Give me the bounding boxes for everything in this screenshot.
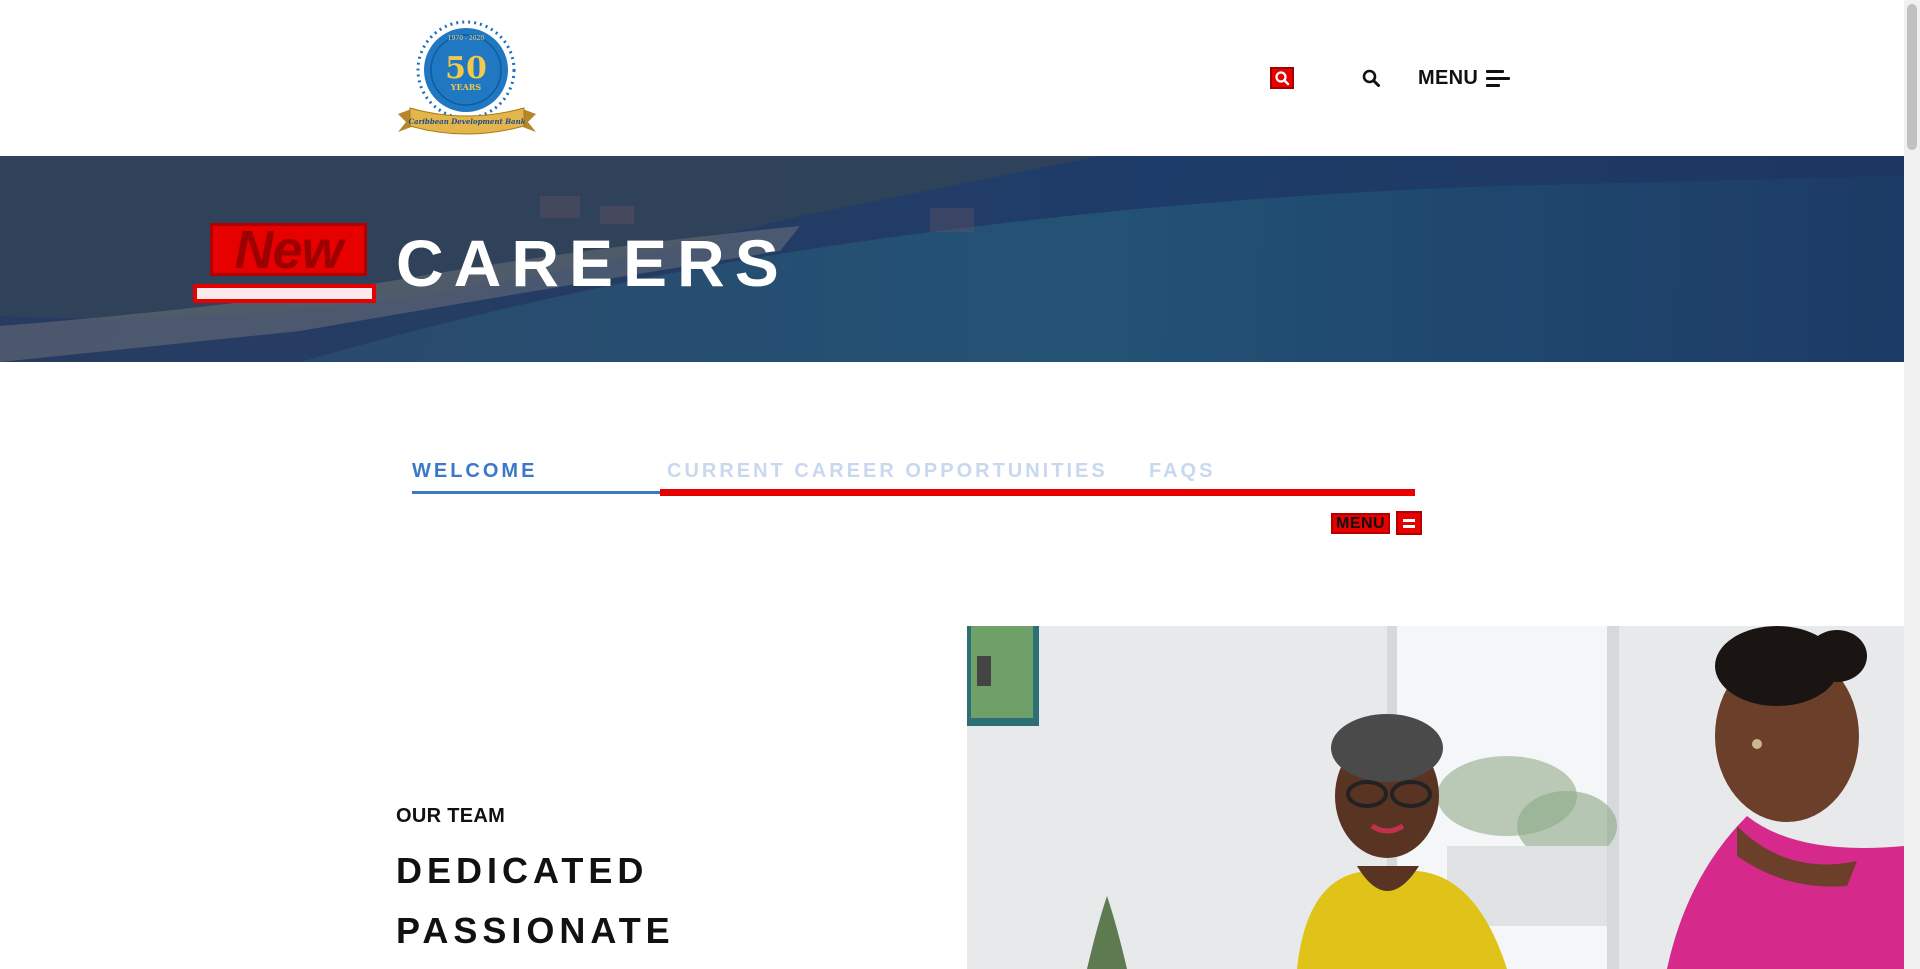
logo-number: 50 [445, 51, 487, 86]
tabs-menu-button[interactable]: MENU [1331, 511, 1423, 535]
page-title: CAREERS [396, 226, 789, 300]
hamburger-icon [1486, 69, 1511, 87]
vertical-scrollbar[interactable] [1904, 0, 1920, 969]
section-eyebrow: OUR TEAM [396, 805, 506, 827]
logo-top-text: 1970 - 2020 [448, 35, 485, 42]
new-badge-text: New [234, 219, 343, 280]
tabs-menu-label: MENU [1331, 512, 1391, 534]
menu-button[interactable]: MENU [1418, 64, 1511, 92]
new-badge-underline [193, 284, 376, 303]
hero-banner: New CAREERS [0, 156, 1904, 362]
tab-welcome[interactable]: WELCOME [412, 460, 537, 483]
cdb-50-years-logo[interactable]: 1970 - 2020 50 YEARS Caribbean Developme… [396, 12, 538, 140]
tab-bar-highlight [660, 489, 1415, 496]
page: 1970 - 2020 50 YEARS Caribbean Developme… [0, 0, 1920, 969]
active-tab-indicator [412, 491, 660, 494]
new-badge: New [210, 219, 367, 280]
search-button[interactable] [1359, 66, 1383, 90]
team-word-dedicated: DEDICATED [396, 850, 649, 891]
scrollbar-thumb[interactable] [1907, 4, 1917, 150]
logo-ribbon-text: Caribbean Development Bank [408, 117, 525, 126]
logo-years: YEARS [450, 82, 482, 92]
team-word-passionate: PASSIONATE [396, 910, 675, 951]
team-photo [967, 626, 1904, 969]
search-icon-highlight[interactable] [1270, 67, 1294, 89]
tab-faqs[interactable]: FAQS [1149, 460, 1215, 483]
tab-current-career-opportunities[interactable]: CURRENT CAREER OPPORTUNITIES [667, 460, 1108, 483]
search-icon [1362, 69, 1380, 87]
search-icon [1275, 71, 1290, 86]
menu-label: MENU [1418, 66, 1479, 89]
hamburger-icon [1396, 511, 1423, 535]
